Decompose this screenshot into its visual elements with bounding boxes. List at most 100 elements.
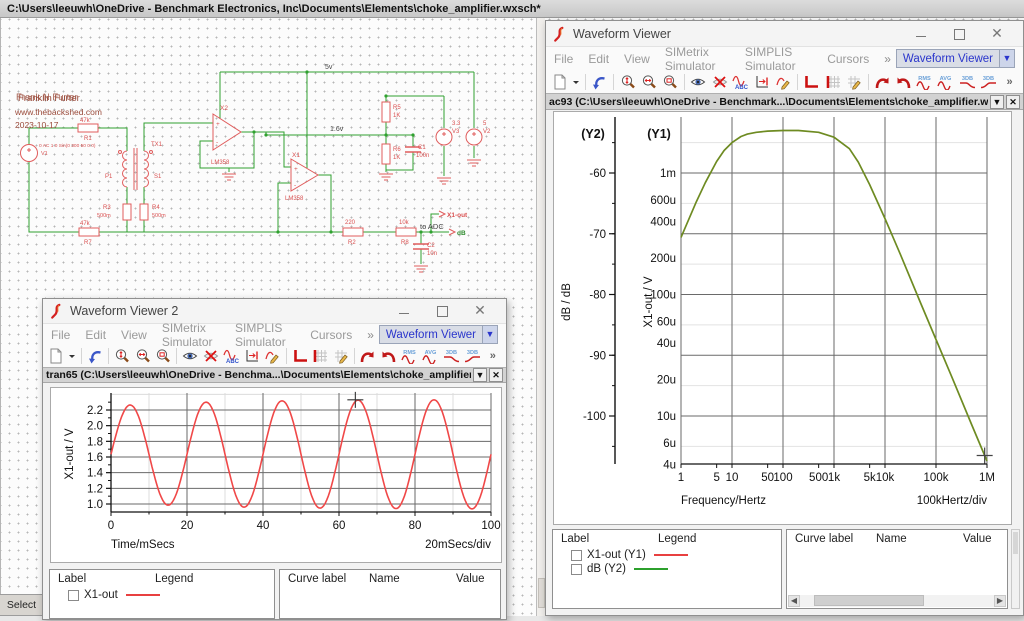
new-document-dropdown-button[interactable] [571,72,581,92]
menu-simplis-simulator[interactable]: SIMPLIS Simulator [235,321,295,349]
menu-simplis-simulator[interactable]: SIMPLIS Simulator [745,45,812,73]
show-curve-eye-button[interactable] [181,346,199,366]
menu-file[interactable]: File [554,52,573,66]
zoom-area-button[interactable] [154,346,172,366]
tab-close-button[interactable]: ✕ [1006,95,1020,109]
resistor-r7[interactable] [79,228,99,236]
avg-measure-button[interactable]: AVG [936,72,955,92]
transient-plot[interactable]: 1.01.21.41.61.82.02.2020406080100X1-out … [51,388,501,562]
resistor-r5[interactable] [382,102,390,122]
show-curve-eye-button[interactable] [689,72,708,92]
minimize-button[interactable] [915,28,927,40]
undock-curve-arrow-button[interactable] [873,72,892,92]
move-curve-axis-button[interactable] [243,346,261,366]
edit-grid-pencil-button[interactable] [844,72,863,92]
resistor-r3[interactable] [123,204,131,220]
vertical-grid-button[interactable] [311,346,329,366]
new-document-dropdown-button[interactable] [67,346,76,366]
axes-button[interactable] [290,346,308,366]
tab-list-dropdown-button[interactable]: ▼ [473,368,487,382]
maximize-button[interactable] [436,305,448,317]
vertical-grid-button[interactable] [823,72,842,92]
tab-tran65[interactable]: tran65 (C:\Users\leeuwh\OneDrive - Bench… [46,369,471,381]
combo-dropdown-icon[interactable]: ▼ [999,50,1014,67]
hide-curve-eye-button[interactable] [710,72,729,92]
menu-cursors[interactable]: Cursors [827,52,869,66]
label-curve-abc-button[interactable]: ABC [222,346,240,366]
edit-curve-pencil-button[interactable] [774,72,793,92]
menu-overflow-chevron[interactable]: » [367,328,374,342]
legend-checkbox[interactable] [571,550,582,561]
edit-curve-pencil-button[interactable] [263,346,281,366]
move-curve-axis-button[interactable] [752,72,771,92]
viewer-mode-combobox[interactable]: Waveform Viewer ▼ [896,49,1015,68]
viewer-mode-combobox[interactable]: Waveform Viewer ▼ [379,325,498,344]
waveform-viewer-window[interactable]: Waveform Viewer ✕ File Edit View SIMetri… [545,20,1024,616]
schematic-components[interactable] [21,102,483,272]
dock-curve-arrow-button[interactable] [894,72,913,92]
resistor-r1[interactable] [78,124,98,132]
scroll-right-icon[interactable]: ▶ [994,595,1006,607]
legend-checkbox[interactable] [68,590,79,601]
ac-analysis-plot[interactable]: -60-70-80-90-1001m600u400u200u100u60u40u… [554,112,1011,524]
maximize-button[interactable] [953,28,965,40]
probe-x1out-icon[interactable] [439,211,445,217]
menu-file[interactable]: File [51,328,70,342]
scroll-left-icon[interactable]: ◀ [788,595,800,607]
menu-cursors[interactable]: Cursors [310,328,352,342]
zoom-y-button[interactable] [618,72,637,92]
menu-view[interactable]: View [121,328,147,342]
menu-edit[interactable]: Edit [588,52,609,66]
tab-list-dropdown-button[interactable]: ▼ [990,95,1004,109]
resistor-r8[interactable] [396,228,416,236]
main-window-titlebar[interactable]: C:\Users\leeuwh\OneDrive - Benchmark Ele… [0,0,1024,18]
schematic-vertical-scrollbar[interactable] [536,18,545,616]
3db-lowpass-button[interactable]: 3DB [442,346,461,366]
zoom-area-button[interactable] [660,72,679,92]
ac-chart-panel[interactable]: -60-70-80-90-1001m600u400u200u100u60u40u… [553,111,1012,525]
curve-table-hscrollbar[interactable]: ◀ ▶ [788,595,1006,607]
menu-edit[interactable]: Edit [85,328,106,342]
voltage-source-v2[interactable] [466,129,482,145]
edit-grid-pencil-button[interactable] [331,346,349,366]
new-document-button[interactable] [550,72,569,92]
label-curve-abc-button[interactable]: ABC [731,72,750,92]
3db-highpass-button[interactable]: 3DB [463,346,482,366]
tran-chart-panel[interactable]: 1.01.21.41.61.82.02.2020406080100X1-out … [50,387,502,563]
zoom-x-button[interactable] [133,346,151,366]
probe-db-icon[interactable] [449,229,455,235]
undo-button[interactable] [590,72,609,92]
resistor-r4[interactable] [140,204,148,220]
tab-close-button[interactable]: ✕ [489,368,503,382]
transformer-tx1[interactable] [119,148,153,190]
3db-highpass-button[interactable]: 3DB [979,72,998,92]
legend-checkbox[interactable] [571,564,582,575]
combo-dropdown-icon[interactable]: ▼ [482,326,497,343]
resistor-r2[interactable] [343,228,363,236]
axes-button[interactable] [802,72,821,92]
resistor-r6[interactable] [382,144,390,164]
zoom-y-button[interactable] [113,346,131,366]
viewer1-titlebar[interactable]: Waveform Viewer ✕ [546,21,1023,47]
3db-lowpass-button[interactable]: 3DB [957,72,976,92]
zoom-x-button[interactable] [639,72,658,92]
avg-measure-button[interactable]: AVG [421,346,440,366]
voltage-source-v1[interactable] [21,145,38,162]
menu-simetrix-simulator[interactable]: SIMetrix Simulator [162,321,220,349]
overflow-chevron-button[interactable]: » [484,346,502,366]
undock-curve-arrow-button[interactable] [359,346,377,366]
close-button[interactable]: ✕ [474,305,486,317]
minimize-button[interactable] [398,305,410,317]
close-button[interactable]: ✕ [991,28,1003,40]
rms-measure-button[interactable]: RMS [915,72,934,92]
voltage-source-v3[interactable] [436,129,452,145]
dock-curve-arrow-button[interactable] [379,346,397,366]
hide-curve-eye-button[interactable] [202,346,220,366]
menu-overflow-chevron[interactable]: » [884,52,891,66]
menu-simetrix-simulator[interactable]: SIMetrix Simulator [665,45,730,73]
menu-view[interactable]: View [624,52,650,66]
viewer1-vertical-scrollbar[interactable] [1011,529,1020,609]
overflow-chevron-button[interactable]: » [1000,72,1019,92]
rms-measure-button[interactable]: RMS [400,346,419,366]
tab-ac93[interactable]: ac93 (C:\Users\leeuwh\OneDrive - Benchma… [549,96,988,108]
